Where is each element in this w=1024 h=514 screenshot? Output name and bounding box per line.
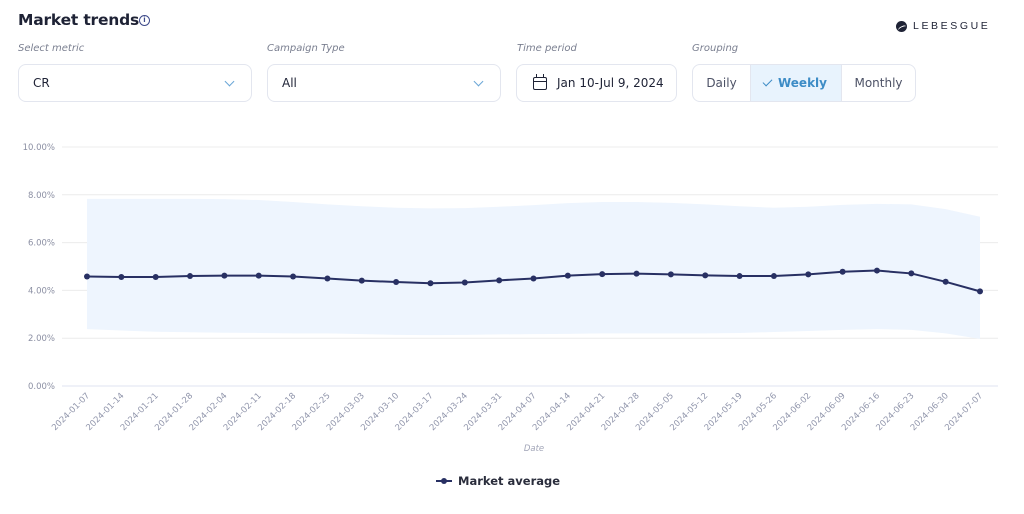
campaign-type-select[interactable]: All — [267, 64, 501, 102]
grouping-monthly-label: Monthly — [854, 76, 903, 90]
date-range-value: Jan 10-Jul 9, 2024 — [557, 76, 664, 90]
check-icon — [762, 76, 773, 87]
data-point — [805, 271, 812, 278]
campaign-type-label: Campaign Type — [267, 43, 345, 54]
data-point — [839, 268, 846, 275]
x-axis-ticks: 2024-01-072024-01-142024-01-212024-01-28… — [50, 391, 985, 433]
data-point — [221, 272, 228, 279]
legend-line-marker-icon — [436, 477, 452, 484]
campaign-type-value: All — [282, 76, 297, 90]
grouping-daily-button[interactable]: Daily — [693, 65, 751, 101]
date-range-picker[interactable]: Jan 10-Jul 9, 2024 — [516, 64, 677, 102]
data-point — [84, 273, 90, 280]
page-title: Market trends — [18, 11, 140, 29]
data-point — [873, 267, 880, 274]
data-point — [290, 273, 297, 280]
y-axis-ticks: 0.00% 2.00% 4.00% 6.00% 8.00% 10.00% — [23, 143, 55, 392]
metric-select[interactable]: CR — [18, 64, 252, 102]
data-point — [427, 280, 434, 287]
calendar-icon — [533, 73, 547, 90]
data-point — [633, 270, 640, 277]
line-chart: 0.00% 2.00% 4.00% 6.00% 8.00% 10.00% 2024-01-… — [23, 143, 998, 454]
data-point — [564, 272, 571, 279]
brand-name: LEBESGUE — [913, 20, 991, 32]
data-point — [530, 275, 537, 282]
legend-label: Market average — [458, 474, 561, 488]
time-period-label: Time period — [517, 43, 577, 54]
data-point — [187, 273, 194, 280]
y-tick-label: 2.00% — [28, 334, 55, 344]
data-point — [942, 278, 949, 285]
grouping-monthly-button[interactable]: Monthly — [842, 65, 915, 101]
data-point — [461, 279, 468, 286]
data-point — [667, 271, 674, 278]
x-axis-title: Date — [524, 444, 544, 454]
grouping-daily-label: Daily — [706, 76, 737, 90]
brand-logo: LEBESGUE — [896, 20, 990, 32]
data-point — [702, 272, 709, 279]
lebesgue-logo-icon — [896, 20, 907, 32]
grouping-label: Grouping — [692, 43, 739, 54]
chevron-down-icon — [224, 76, 235, 86]
grouping-toggle: Daily Weekly Monthly — [692, 64, 916, 102]
metric-label: Select metric — [18, 43, 85, 54]
grouping-weekly-button[interactable]: Weekly — [751, 65, 842, 101]
data-point — [152, 274, 159, 281]
data-point — [977, 288, 983, 295]
data-point — [358, 277, 365, 284]
y-tick-label: 10.00% — [23, 143, 55, 153]
y-tick-label: 6.00% — [28, 239, 55, 249]
data-point — [736, 273, 743, 280]
info-icon[interactable]: i — [139, 15, 150, 26]
data-point — [599, 271, 606, 278]
data-point — [393, 279, 400, 286]
legend[interactable]: Market average — [436, 474, 560, 488]
metric-value: CR — [33, 76, 50, 90]
data-point — [770, 273, 777, 280]
data-point — [496, 277, 503, 284]
grouping-weekly-label: Weekly — [777, 76, 827, 90]
y-tick-label: 8.00% — [28, 191, 55, 201]
data-point — [324, 275, 331, 282]
y-tick-label: 0.00% — [28, 382, 55, 392]
data-point — [118, 274, 125, 281]
data-point — [255, 272, 262, 279]
range-band — [87, 198, 980, 339]
chevron-down-icon — [473, 76, 484, 86]
y-tick-label: 4.00% — [28, 286, 55, 296]
data-point — [908, 270, 915, 277]
